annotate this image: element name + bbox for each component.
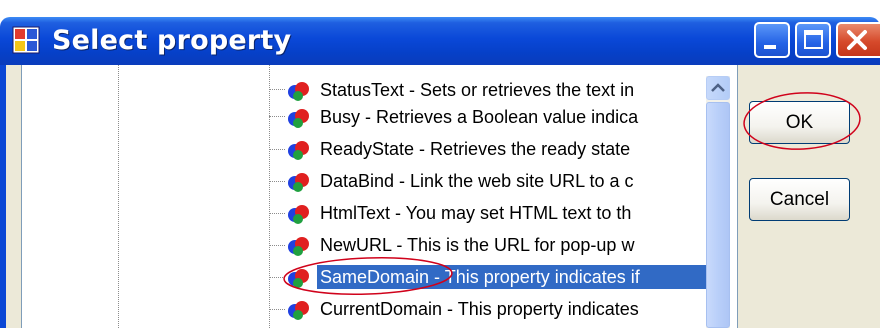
tree-item-label: ReadyState - Retrieves the ready state <box>320 139 631 159</box>
ok-button[interactable]: OK <box>749 101 850 144</box>
tree-connector <box>269 89 285 90</box>
app-window-icon <box>12 26 40 54</box>
tree-item-statustext[interactable]: StatusText - Sets or retrieves the text … <box>287 77 707 103</box>
tree-item-label: HtmlText - You may set HTML text to th <box>320 203 632 223</box>
tree-item-samedomain[interactable]: SameDomain - This property indicates if <box>287 264 708 290</box>
tree-guide-line <box>269 65 270 328</box>
cancel-button-label: Cancel <box>769 189 830 210</box>
tree-item-readystate[interactable]: ReadyState - Retrieves the ready state <box>287 136 707 162</box>
tree-item-label: StatusText - Sets or retrieves the text … <box>320 80 635 100</box>
maximize-button[interactable] <box>795 22 831 58</box>
tree-item-label: CurrentDomain - This property indicates <box>320 299 639 319</box>
tree-connector <box>269 213 285 214</box>
tree-scrollbar[interactable] <box>706 76 730 328</box>
property-icon <box>288 301 309 320</box>
property-icon <box>288 173 309 192</box>
title-bar[interactable]: Select property <box>0 17 880 65</box>
tree-item-label: DataBind - Link the web site URL to a c <box>320 171 634 191</box>
close-button[interactable] <box>836 22 880 58</box>
tree-connector <box>269 116 285 117</box>
maximize-icon <box>804 30 823 49</box>
window-frame <box>0 65 6 328</box>
tree-item-label: SameDomain - This property indicates if <box>317 265 708 289</box>
ok-button-label: OK <box>785 112 814 133</box>
minimize-icon <box>764 45 776 49</box>
scroll-thumb[interactable] <box>706 102 730 328</box>
close-icon <box>847 30 867 50</box>
tree-connector <box>269 149 285 150</box>
tree-item-currentdomain[interactable]: CurrentDomain - This property indicates <box>287 296 707 322</box>
chevron-up-icon <box>711 83 725 92</box>
tree-item-label: Busy - Retrieves a Boolean value indica <box>320 107 639 127</box>
tree-item-label: NewURL - This is the URL for pop-up w <box>320 235 635 255</box>
cancel-button[interactable]: Cancel <box>749 178 850 221</box>
property-icon <box>288 141 309 160</box>
tree-item-htmltext[interactable]: HtmlText - You may set HTML text to th <box>287 200 707 226</box>
property-icon <box>288 269 309 288</box>
tree-item-busy[interactable]: Busy - Retrieves a Boolean value indica <box>287 104 707 130</box>
tree-connector <box>269 245 285 246</box>
scroll-up-button[interactable] <box>706 76 730 100</box>
tree-connector <box>269 277 285 278</box>
tree-item-newurl[interactable]: NewURL - This is the URL for pop-up w <box>287 232 707 258</box>
property-icon <box>288 205 309 224</box>
property-icon <box>288 82 309 101</box>
tree-guide-line <box>118 65 119 328</box>
property-icon <box>288 237 309 256</box>
window-title: Select property <box>52 25 292 56</box>
tree-connector <box>269 309 285 310</box>
tree-item-databind[interactable]: DataBind - Link the web site URL to a c <box>287 168 707 194</box>
tree-connector <box>269 181 285 182</box>
property-icon <box>288 109 309 128</box>
minimize-button[interactable] <box>754 22 790 58</box>
